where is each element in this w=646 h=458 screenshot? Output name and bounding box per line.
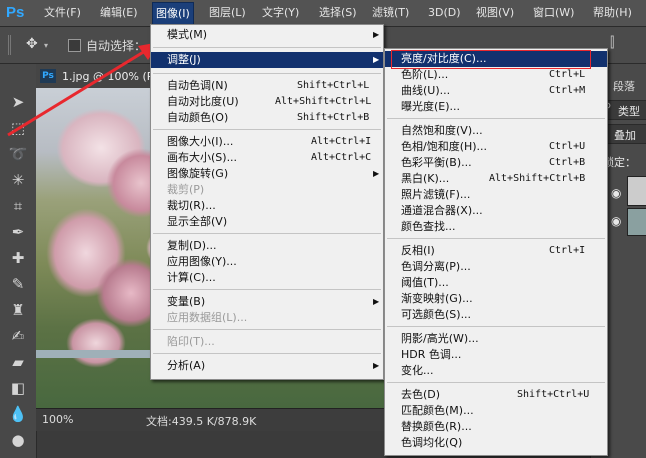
menu-separator [153,289,381,290]
menu-item-trim[interactable]: 裁切(R)... [151,198,383,214]
blossom-cluster [66,318,126,368]
menu-item-calculations[interactable]: 计算(C)... [151,270,383,286]
submenu-arrow-icon: ▶ [373,361,380,370]
menu-type[interactable]: 文字(Y) [262,5,299,21]
menu-item-curves[interactable]: 曲线(U)... Ctrl+M [385,83,607,99]
filter-kind-label: 类型 [618,105,640,118]
paragraph-tab[interactable]: 段落 [613,78,635,94]
menu-item-hdr-toning[interactable]: HDR 色调... [385,347,607,363]
menu-file[interactable]: 文件(F) [44,5,81,21]
menu-layer[interactable]: 图层(L) [209,5,246,21]
menu-item-image-rotation[interactable]: 图像旋转(G) ▶ [151,166,383,182]
menu-separator [153,353,381,354]
submenu-arrow-icon: ▶ [373,297,380,306]
menu-item-color-lookup[interactable]: 颜色查找... [385,219,607,235]
zoom-level[interactable]: 100% [42,413,73,426]
menu-edit[interactable]: 编辑(E) [100,5,138,21]
menu-item-channel-mixer[interactable]: 通道混合器(X)... [385,203,607,219]
align-icon[interactable]: ⫿ [610,35,614,51]
menu-item-analysis[interactable]: 分析(A) ▶ [151,358,383,374]
menu-item-levels[interactable]: 色阶(L)... Ctrl+L [385,67,607,83]
menu-item-variables[interactable]: 变量(B) ▶ [151,294,383,310]
menu-item-auto-color[interactable]: 自动颜色(O) Shift+Ctrl+B [151,110,383,126]
layer-thumbnail[interactable] [627,208,646,236]
submenu-arrow-icon: ▶ [373,169,380,178]
menu-item-selective-color[interactable]: 可选颜色(S)... [385,307,607,323]
menu-item-black-white[interactable]: 黑白(K)... Alt+Shift+Ctrl+B [385,171,607,187]
menu-item-desaturate[interactable]: 去色(D) Shift+Ctrl+U [385,387,607,403]
menu-item-hue-saturation[interactable]: 色相/饱和度(H)... Ctrl+U [385,139,607,155]
menu-item-duplicate[interactable]: 复制(D)... [151,238,383,254]
menu-item-auto-tone[interactable]: 自动色调(N) Shift+Ctrl+L [151,78,383,94]
layer-thumbnail[interactable] [627,176,646,206]
menu-separator [153,129,381,130]
menu-separator [387,238,605,239]
menu-item-gradient-map[interactable]: 渐变映射(G)... [385,291,607,307]
menu-separator [387,326,605,327]
arrow-shaft [7,46,151,137]
photoshop-logo: Ps [6,4,25,21]
menu-item-auto-contrast[interactable]: 自动对比度(U) Alt+Shift+Ctrl+L [151,94,383,110]
brush-tool-icon[interactable]: ✎ [6,272,30,296]
menu-item-adjustments[interactable]: 调整(J) ▶ [151,52,383,68]
menu-item-exposure[interactable]: 曝光度(E)... [385,99,607,115]
menu-separator [153,73,381,74]
eye-icon[interactable]: ◉ [611,214,621,228]
eye-icon[interactable]: ◉ [611,186,621,200]
menu-item-variations[interactable]: 变化... [385,363,607,379]
blur-tool-icon[interactable]: 💧 [6,402,30,426]
menu-item-vibrance[interactable]: 自然饱和度(V)... [385,123,607,139]
eyedropper-icon[interactable]: ✒ [6,220,30,244]
menu-item-invert[interactable]: 反相(I) Ctrl+I [385,243,607,259]
menu-3d[interactable]: 3D(D) [428,5,461,21]
menu-item-threshold[interactable]: 阈值(T)... [385,275,607,291]
eraser-icon[interactable]: ▰ [6,350,30,374]
submenu-arrow-icon: ▶ [373,55,380,64]
menu-item-shadows-highlights[interactable]: 阴影/高光(W)... [385,331,607,347]
menu-separator [387,118,605,119]
menu-help[interactable]: 帮助(H) [593,5,632,21]
clone-stamp-icon[interactable]: ♜ [6,298,30,322]
submenu-arrow-icon: ▶ [373,30,380,39]
menu-bar: Ps 文件(F) 编辑(E) 图像(I) 图层(L) 文字(Y) 选择(S) 滤… [0,0,646,27]
menu-separator [153,329,381,330]
menu-item-apply-image[interactable]: 应用图像(Y)... [151,254,383,270]
menu-item-photo-filter[interactable]: 照片滤镜(F)... [385,187,607,203]
lasso-tool-icon[interactable]: ➰ [6,142,30,166]
menu-select[interactable]: 选择(S) [319,5,357,21]
menu-filter[interactable]: 滤镜(T) [372,5,409,21]
crop-tool-icon[interactable]: ⌗ [6,194,30,218]
menu-separator [387,382,605,383]
gradient-tool-icon[interactable]: ◧ [6,376,30,400]
menu-item-replace-color[interactable]: 替换颜色(R)... [385,419,607,435]
dodge-tool-icon[interactable]: ● [6,428,30,452]
menu-separator [153,47,381,48]
menu-item-trap: 陷印(T)... [167,335,215,348]
history-brush-icon[interactable]: ✍ [6,324,30,348]
document-info[interactable]: 文档:439.5 K/878.9K [146,413,256,429]
menu-window[interactable]: 窗口(W) [533,5,574,21]
healing-brush-icon[interactable]: ✚ [6,246,30,270]
magic-wand-icon[interactable]: ✳ [6,168,30,192]
menu-item-equalize[interactable]: 色调均化(Q) [385,435,607,451]
menu-item-match-color[interactable]: 匹配颜色(M)... [385,403,607,419]
menu-item-canvas-size[interactable]: 画布大小(S)... Alt+Ctrl+C [151,150,383,166]
menu-view[interactable]: 视图(V) [476,5,514,21]
blend-mode-label: 叠加 [614,129,636,142]
menu-item-color-balance[interactable]: 色彩平衡(B)... Ctrl+B [385,155,607,171]
menu-item-crop: 裁剪(P) [167,183,205,196]
menu-item-mode[interactable]: 模式(M) ▶ [151,27,383,43]
menu-image[interactable]: 图像(I) [152,2,194,26]
menu-item-reveal-all[interactable]: 显示全部(V) [151,214,383,230]
menu-separator [153,233,381,234]
status-bar: 100% 文档:439.5 K/878.9K [36,408,396,431]
menu-item-posterize[interactable]: 色调分离(P)... [385,259,607,275]
menu-item-image-size[interactable]: 图像大小(I)... Alt+Ctrl+I [151,134,383,150]
menu-item-apply-data-set: 应用数据组(L)... [167,311,248,324]
image-menu: 模式(M) ▶ 调整(J) ▶ 自动色调(N) Shift+Ctrl+L 自动对比度(… [150,24,384,380]
adjustments-submenu: 亮度/对比度(C)... 色阶(L)... Ctrl+L 曲线(U)... Ctrl… [384,48,608,456]
